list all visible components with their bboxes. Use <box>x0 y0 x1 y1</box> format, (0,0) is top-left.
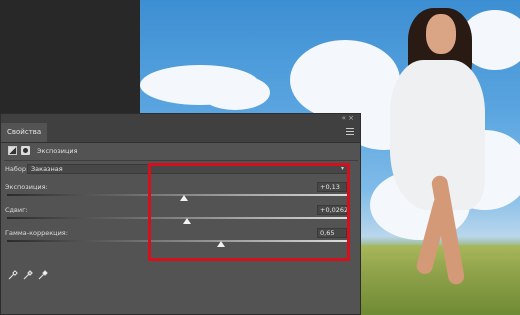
adjustment-layer-icon[interactable] <box>8 146 17 155</box>
collapse-button[interactable]: « × <box>342 114 354 123</box>
eyedropper-black-icon[interactable] <box>8 265 18 280</box>
exposure-label: Экспозиция: <box>5 183 48 191</box>
divider <box>4 160 358 161</box>
menu-icon[interactable] <box>346 128 354 136</box>
tab-properties[interactable]: Свойства <box>1 123 48 142</box>
preset-value: Заказная <box>31 165 63 173</box>
highlight-box <box>148 163 350 261</box>
tab-label: Свойства <box>7 128 42 136</box>
close-label: × <box>348 114 354 122</box>
woman-face <box>426 14 456 54</box>
gamma-label: Гамма-коррекция: <box>5 229 68 237</box>
tab-bar: Свойства <box>1 123 360 143</box>
mask-icon[interactable] <box>21 146 30 155</box>
offset-label: Сдвиг: <box>5 206 28 214</box>
cloud <box>200 75 270 110</box>
collapse-label: « <box>341 114 346 122</box>
preset-label: Набор: <box>5 165 29 173</box>
adjustment-title: Экспозиция <box>37 147 78 155</box>
eyedropper-gray-icon[interactable] <box>23 265 33 280</box>
panel-topbar: « × <box>1 114 360 123</box>
eyedropper-white-icon[interactable] <box>38 265 48 280</box>
adjustment-header: Экспозиция <box>1 143 360 159</box>
